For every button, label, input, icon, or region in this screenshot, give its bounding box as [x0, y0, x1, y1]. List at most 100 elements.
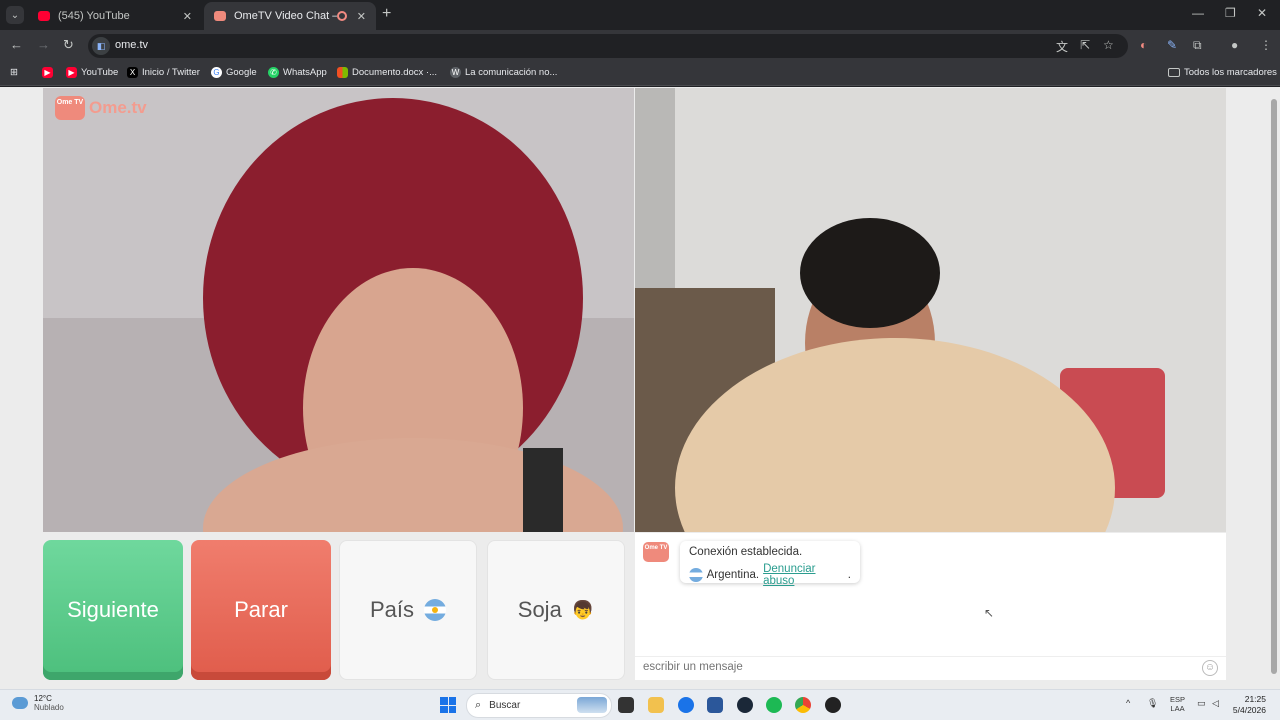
office-icon [337, 67, 348, 78]
stop-button-label: Parar [234, 597, 288, 622]
microphone-icon[interactable]: 🎙 [1147, 698, 1158, 709]
self-video-feed [635, 88, 1226, 532]
stranger-video: Ome TV Ome.tv [43, 88, 634, 532]
menu-kebab-icon[interactable]: ⋮ [1260, 38, 1272, 52]
wordpress-icon: W [450, 67, 461, 78]
partner-country: Argentina [706, 569, 756, 581]
whatsapp-icon: ✆ [268, 67, 279, 78]
bookmark-label: Google [226, 67, 257, 78]
back-icon[interactable]: ← [10, 37, 23, 52]
weather-desc: Nublado [34, 703, 64, 712]
stop-button[interactable]: Parar [191, 540, 331, 680]
network-icon[interactable]: ▭ [1197, 698, 1206, 709]
bookmarks-bar: ⊞ ▶ ▶ YouTube X Inicio / Twitter G Google ✆… [0, 62, 1280, 86]
report-abuse-link[interactable]: Denunciar abuso [763, 563, 848, 587]
spotify-icon[interactable] [766, 697, 782, 713]
system-clock[interactable]: 21:25 5/4/2026 [1233, 694, 1266, 716]
ometv-logo-icon: Ome TV [55, 96, 85, 120]
bookmark-youtube-icon-only[interactable]: ▶ [42, 67, 57, 78]
folder-icon [1168, 68, 1180, 77]
translate-icon[interactable]: 文 [1056, 38, 1068, 55]
language-layout: LAA [1170, 704, 1185, 713]
edge-icon[interactable] [678, 697, 694, 713]
close-icon[interactable]: ✕ [357, 10, 366, 23]
address-bar[interactable]: ◧ ome.tv 文 ⇱ ☆ [88, 34, 1128, 58]
page-scrollbar[interactable] [1270, 87, 1278, 689]
youtube-icon: ▶ [66, 67, 77, 78]
restore-icon[interactable]: ❐ [1225, 6, 1236, 20]
next-button-label: Siguiente [67, 597, 159, 622]
site-info-icon[interactable]: ◧ [92, 37, 110, 55]
close-window-icon[interactable]: ✕ [1257, 6, 1267, 20]
apps-grid-icon[interactable]: ⊞ [10, 67, 18, 78]
bookmark-comunicacion[interactable]: W La comunicación no... [450, 67, 557, 78]
bookmark-label: YouTube [81, 67, 119, 78]
message-bar: ☺ [635, 656, 1226, 680]
bookmark-whatsapp[interactable]: ✆ WhatsApp [268, 67, 327, 78]
bookmark-label: WhatsApp [283, 67, 327, 78]
windows-taskbar: 12°C Nublado ⌕ Buscar ^ 🎙 ESP LAA ▭ ◁ 21… [0, 689, 1280, 720]
country-button-label: País [369, 597, 415, 622]
cloud-icon [12, 697, 28, 709]
bookmark-google[interactable]: G Google [211, 67, 257, 78]
country-filter-button[interactable]: País [339, 540, 477, 680]
search-icon: ⌕ [475, 699, 482, 711]
chrome-icon[interactable] [795, 697, 811, 713]
extension-icon[interactable]: ◐ [1140, 38, 1147, 52]
message-input[interactable] [643, 661, 1183, 673]
language-indicator[interactable]: ESP LAA [1170, 695, 1185, 713]
bookmark-label: Inicio / Twitter [142, 67, 200, 78]
system-message: Conexión establecida. Argentina . Denunc… [680, 541, 860, 587]
app-icon[interactable] [825, 697, 841, 713]
argentina-flag-icon [689, 568, 703, 582]
volume-icon[interactable]: ◁ [1212, 698, 1219, 709]
cast-icon[interactable]: ⇱ [1080, 38, 1090, 52]
weather-temp: 12°C [34, 694, 52, 703]
tab-search-button[interactable]: ⌄ [6, 6, 24, 24]
next-button[interactable]: Siguiente [43, 540, 183, 680]
tab-ometv[interactable]: OmeTV Video Chat — Alte ✕ [204, 2, 376, 30]
clock-time: 21:25 [1244, 694, 1266, 704]
tray-overflow-icon[interactable]: ^ [1126, 698, 1130, 708]
bookmark-document[interactable]: Documento.docx ·... [337, 67, 437, 78]
steam-icon[interactable] [737, 697, 753, 713]
extension-icon[interactable]: ✎ [1167, 38, 1177, 52]
ometv-chat-icon: Ome TV [643, 542, 669, 562]
url-text[interactable]: ome.tv [115, 39, 148, 51]
connection-message: Conexión establecida. [689, 546, 803, 558]
all-bookmarks[interactable]: Todos los marcadores [1168, 67, 1277, 78]
file-explorer-icon[interactable] [618, 697, 634, 713]
ometv-page: Ome TV Ome.tv Siguiente Parar País Soja 👦… [0, 87, 1280, 689]
search-label: Buscar [489, 700, 521, 711]
bookmark-twitter[interactable]: X Inicio / Twitter [127, 67, 200, 78]
ometv-icon [214, 11, 226, 21]
recording-icon [336, 11, 347, 21]
self-video [635, 88, 1226, 532]
star-icon[interactable]: ☆ [1103, 38, 1114, 52]
tab-title: OmeTV Video Chat — Alte [234, 10, 337, 22]
bookmark-label: La comunicación no... [465, 67, 558, 78]
ometv-logo-text: Ome.tv [89, 98, 147, 117]
tab-youtube[interactable]: (545) YouTube ✕ [28, 2, 202, 30]
weather-widget[interactable]: 12°C Nublado [12, 694, 64, 712]
extensions-puzzle-icon[interactable]: ⧉ [1193, 38, 1202, 53]
emoji-icon[interactable]: ☺ [1202, 660, 1218, 676]
store-icon[interactable] [707, 697, 723, 713]
minimize-icon[interactable]: — [1192, 6, 1204, 20]
language-code: ESP [1170, 695, 1186, 704]
gender-button-label: Soja [517, 597, 562, 622]
close-icon[interactable]: ✕ [183, 10, 192, 23]
gender-filter-button[interactable]: Soja 👦 [487, 540, 625, 680]
separator: . [755, 569, 760, 581]
youtube-icon: ▶ [42, 67, 53, 78]
folder-icon[interactable] [648, 697, 664, 713]
profile-avatar[interactable]: ● [1231, 38, 1238, 52]
forward-icon[interactable]: → [37, 37, 50, 52]
reload-icon[interactable]: ↻ [63, 37, 74, 53]
new-tab-button[interactable]: + [382, 5, 391, 23]
browser-toolbar: ← → ↻ ◧ ome.tv 文 ⇱ ☆ ◐ ✎ ⧉ ● ⋮ [0, 30, 1280, 62]
scroll-thumb[interactable] [1271, 99, 1277, 674]
start-button[interactable] [440, 697, 456, 713]
widget-thumbnail-icon[interactable] [577, 697, 607, 713]
bookmark-youtube[interactable]: ▶ YouTube [66, 67, 118, 78]
